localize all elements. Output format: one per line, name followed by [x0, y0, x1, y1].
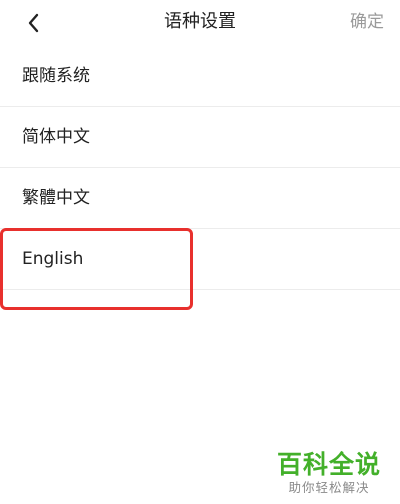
watermark-title: 百科全说	[276, 450, 381, 479]
page-title: 语种设置	[164, 11, 236, 32]
language-option-label: 繁體中文	[22, 188, 90, 208]
language-option-follow-system[interactable]: 跟随系统	[0, 46, 400, 107]
watermark: 百科全说 助你轻松解决	[274, 450, 384, 496]
watermark-subtitle: 助你轻松解决	[288, 480, 370, 495]
language-option-label: 跟随系统	[22, 66, 90, 86]
language-list: 跟随系统 简体中文 繁體中文 English	[0, 46, 400, 290]
language-option-label: 简体中文	[22, 127, 90, 147]
top-bar: 语种设置 确定	[0, 0, 400, 44]
language-option-traditional-chinese[interactable]: 繁體中文	[0, 168, 400, 229]
confirm-button[interactable]: 确定	[350, 11, 384, 33]
language-option-english[interactable]: English	[0, 229, 400, 290]
language-option-simplified-chinese[interactable]: 简体中文	[0, 107, 400, 168]
language-option-label: English	[22, 249, 84, 269]
selected-indicator	[0, 249, 3, 270]
